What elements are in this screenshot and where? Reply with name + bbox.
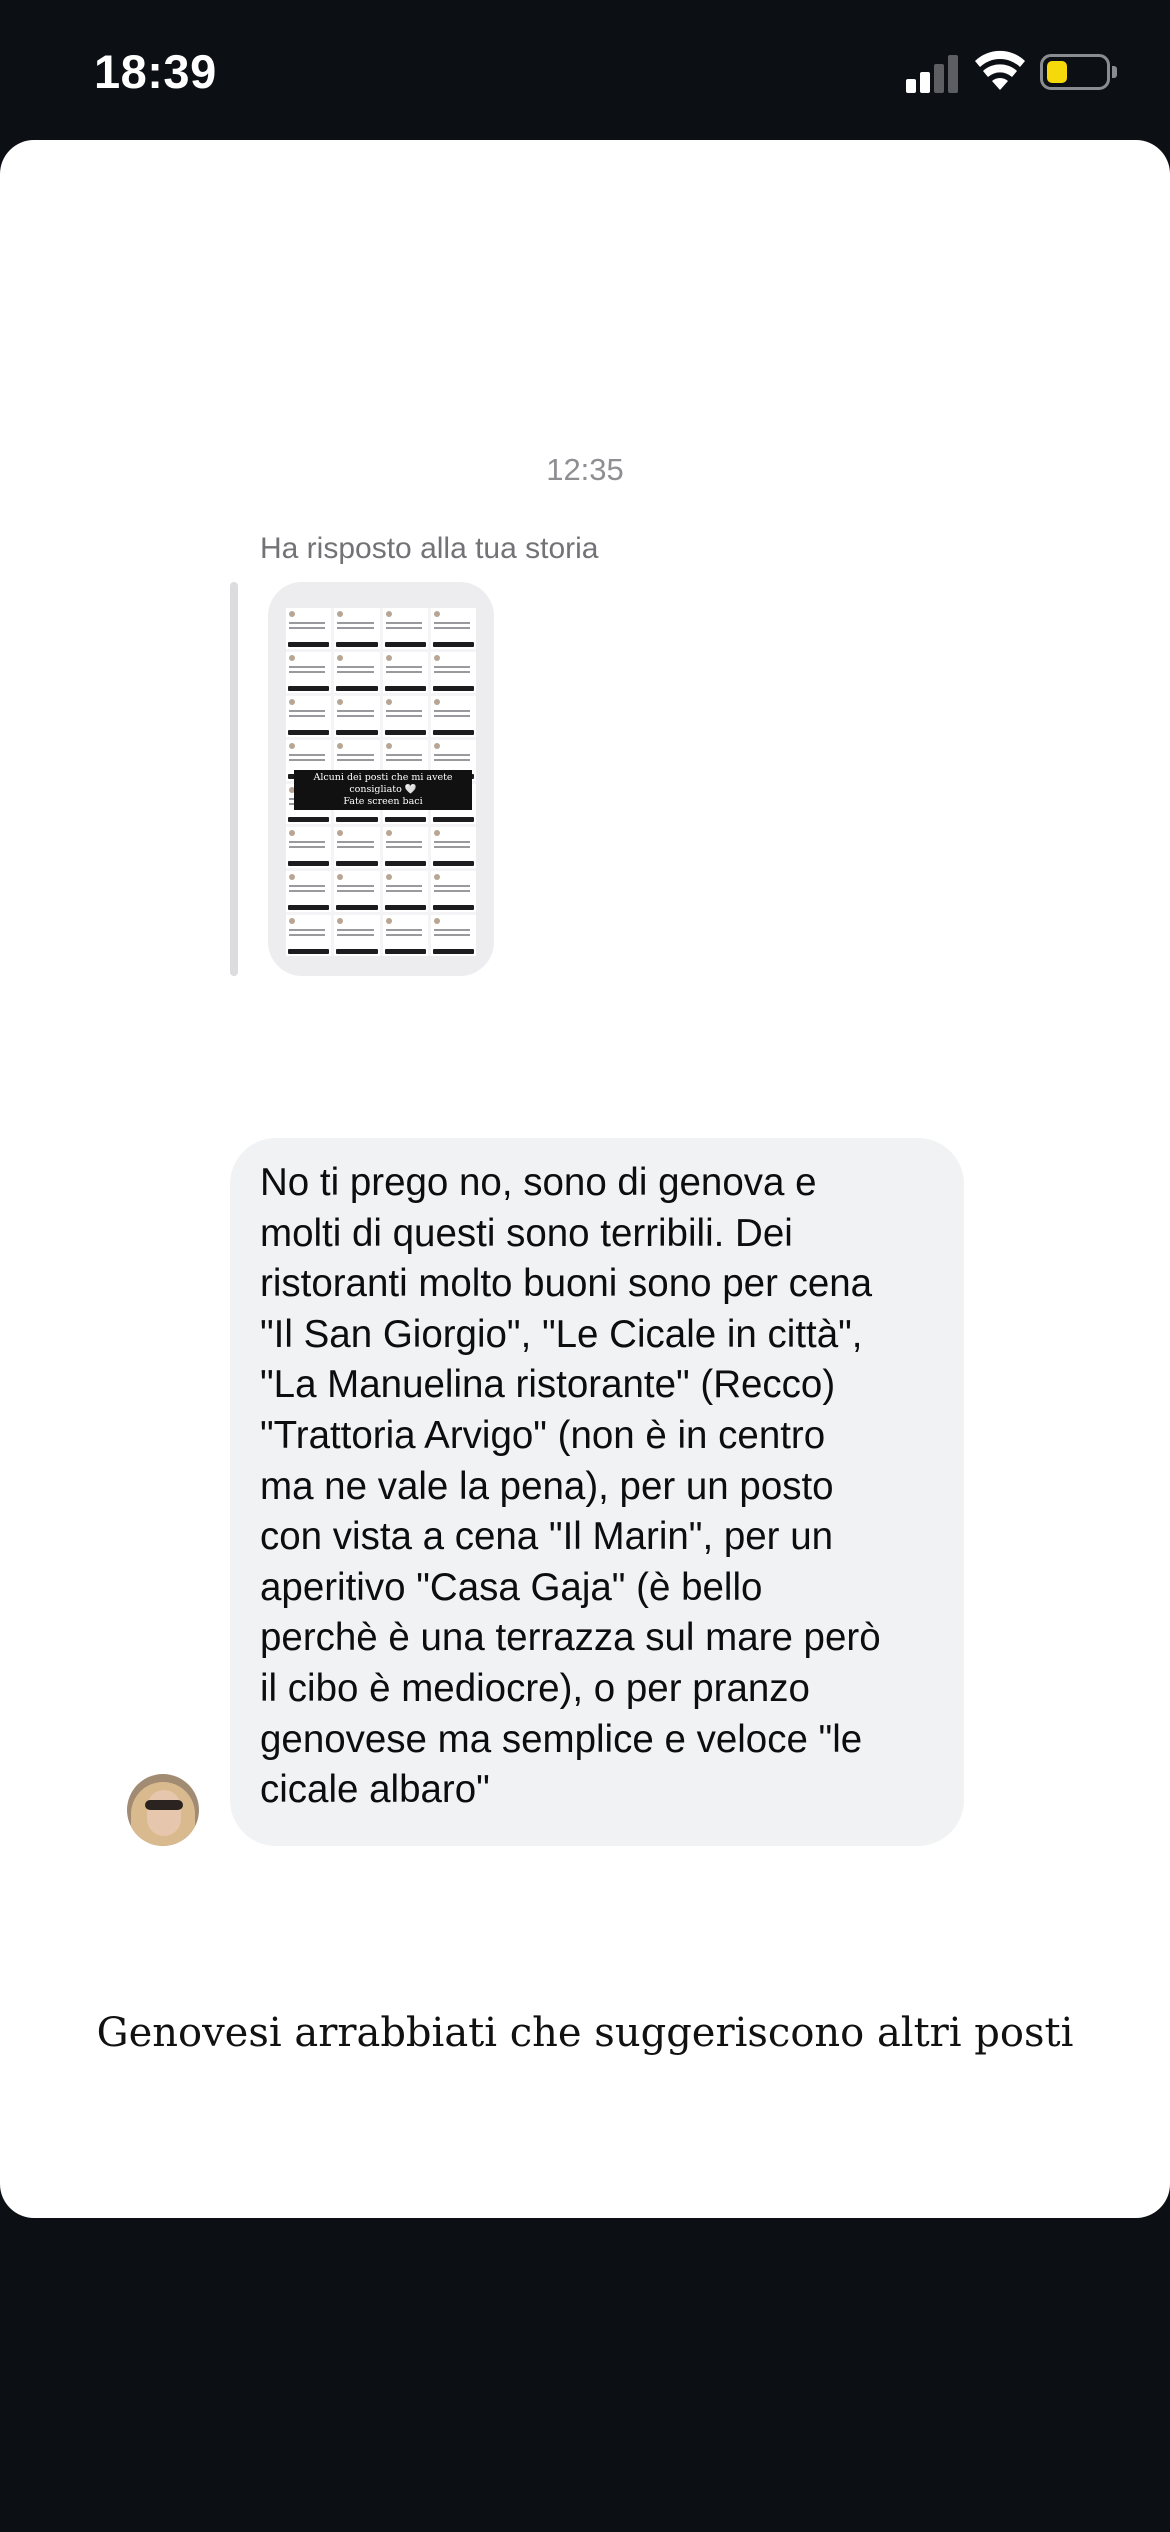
- story-preview-tile: [334, 827, 380, 869]
- story-preview-tile: [382, 915, 428, 956]
- story-preview-tile: [334, 915, 380, 956]
- avatar[interactable]: [127, 1774, 199, 1846]
- story-preview-tile: [430, 695, 476, 737]
- story-preview-tile: [286, 608, 332, 649]
- story-reply-card: 12:35 Ha risposto alla tua storia Alcuni…: [0, 140, 1170, 2218]
- story-preview-tile: [382, 651, 428, 693]
- story-preview-tile: [286, 651, 332, 693]
- cellular-signal-icon: [906, 55, 960, 93]
- story-caption-line: Fate screen baci: [343, 796, 423, 807]
- status-bar: 18:39: [0, 0, 1170, 140]
- story-preview-tile: [286, 827, 332, 869]
- story-caption-line: Alcuni dei posti che mi avete consigliat…: [313, 772, 453, 795]
- battery-level: [1047, 61, 1067, 83]
- story-preview-tile: [382, 827, 428, 869]
- story-preview-tile: [334, 695, 380, 737]
- story-preview-tile: [382, 608, 428, 649]
- overlay-caption: Genovesi arrabbiati che suggeriscono alt…: [96, 2010, 1074, 2056]
- story-preview-tile: [430, 871, 476, 913]
- story-preview-tile: [430, 915, 476, 956]
- battery-icon: [1040, 54, 1117, 90]
- wifi-icon: [975, 50, 1025, 90]
- sunglasses-icon: [145, 1800, 183, 1810]
- story-preview-tile: [334, 871, 380, 913]
- story-preview-thumbnail[interactable]: Alcuni dei posti che mi avete consigliat…: [268, 582, 494, 976]
- story-preview-tile: [286, 915, 332, 956]
- story-preview-tile: [382, 871, 428, 913]
- story-preview-tile: [334, 608, 380, 649]
- story-preview-tile: [430, 608, 476, 649]
- message-bubble[interactable]: No ti prego no, sono di genova e molti d…: [230, 1138, 964, 1846]
- message-timestamp: 12:35: [546, 452, 624, 487]
- story-preview-caption: Alcuni dei posti che mi avete consigliat…: [294, 770, 472, 810]
- story-reply-label: Ha risposto alla tua storia: [260, 532, 599, 565]
- story-preview-tile: [286, 695, 332, 737]
- message-text: No ti prego no, sono di genova e molti d…: [260, 1161, 881, 1812]
- story-preview-tile: [430, 827, 476, 869]
- story-preview-tile: [382, 695, 428, 737]
- story-preview-tile: [430, 651, 476, 693]
- story-preview-tile: [334, 651, 380, 693]
- status-time: 18:39: [94, 45, 217, 98]
- reply-indicator-line: [230, 582, 238, 976]
- story-preview-tile: [286, 871, 332, 913]
